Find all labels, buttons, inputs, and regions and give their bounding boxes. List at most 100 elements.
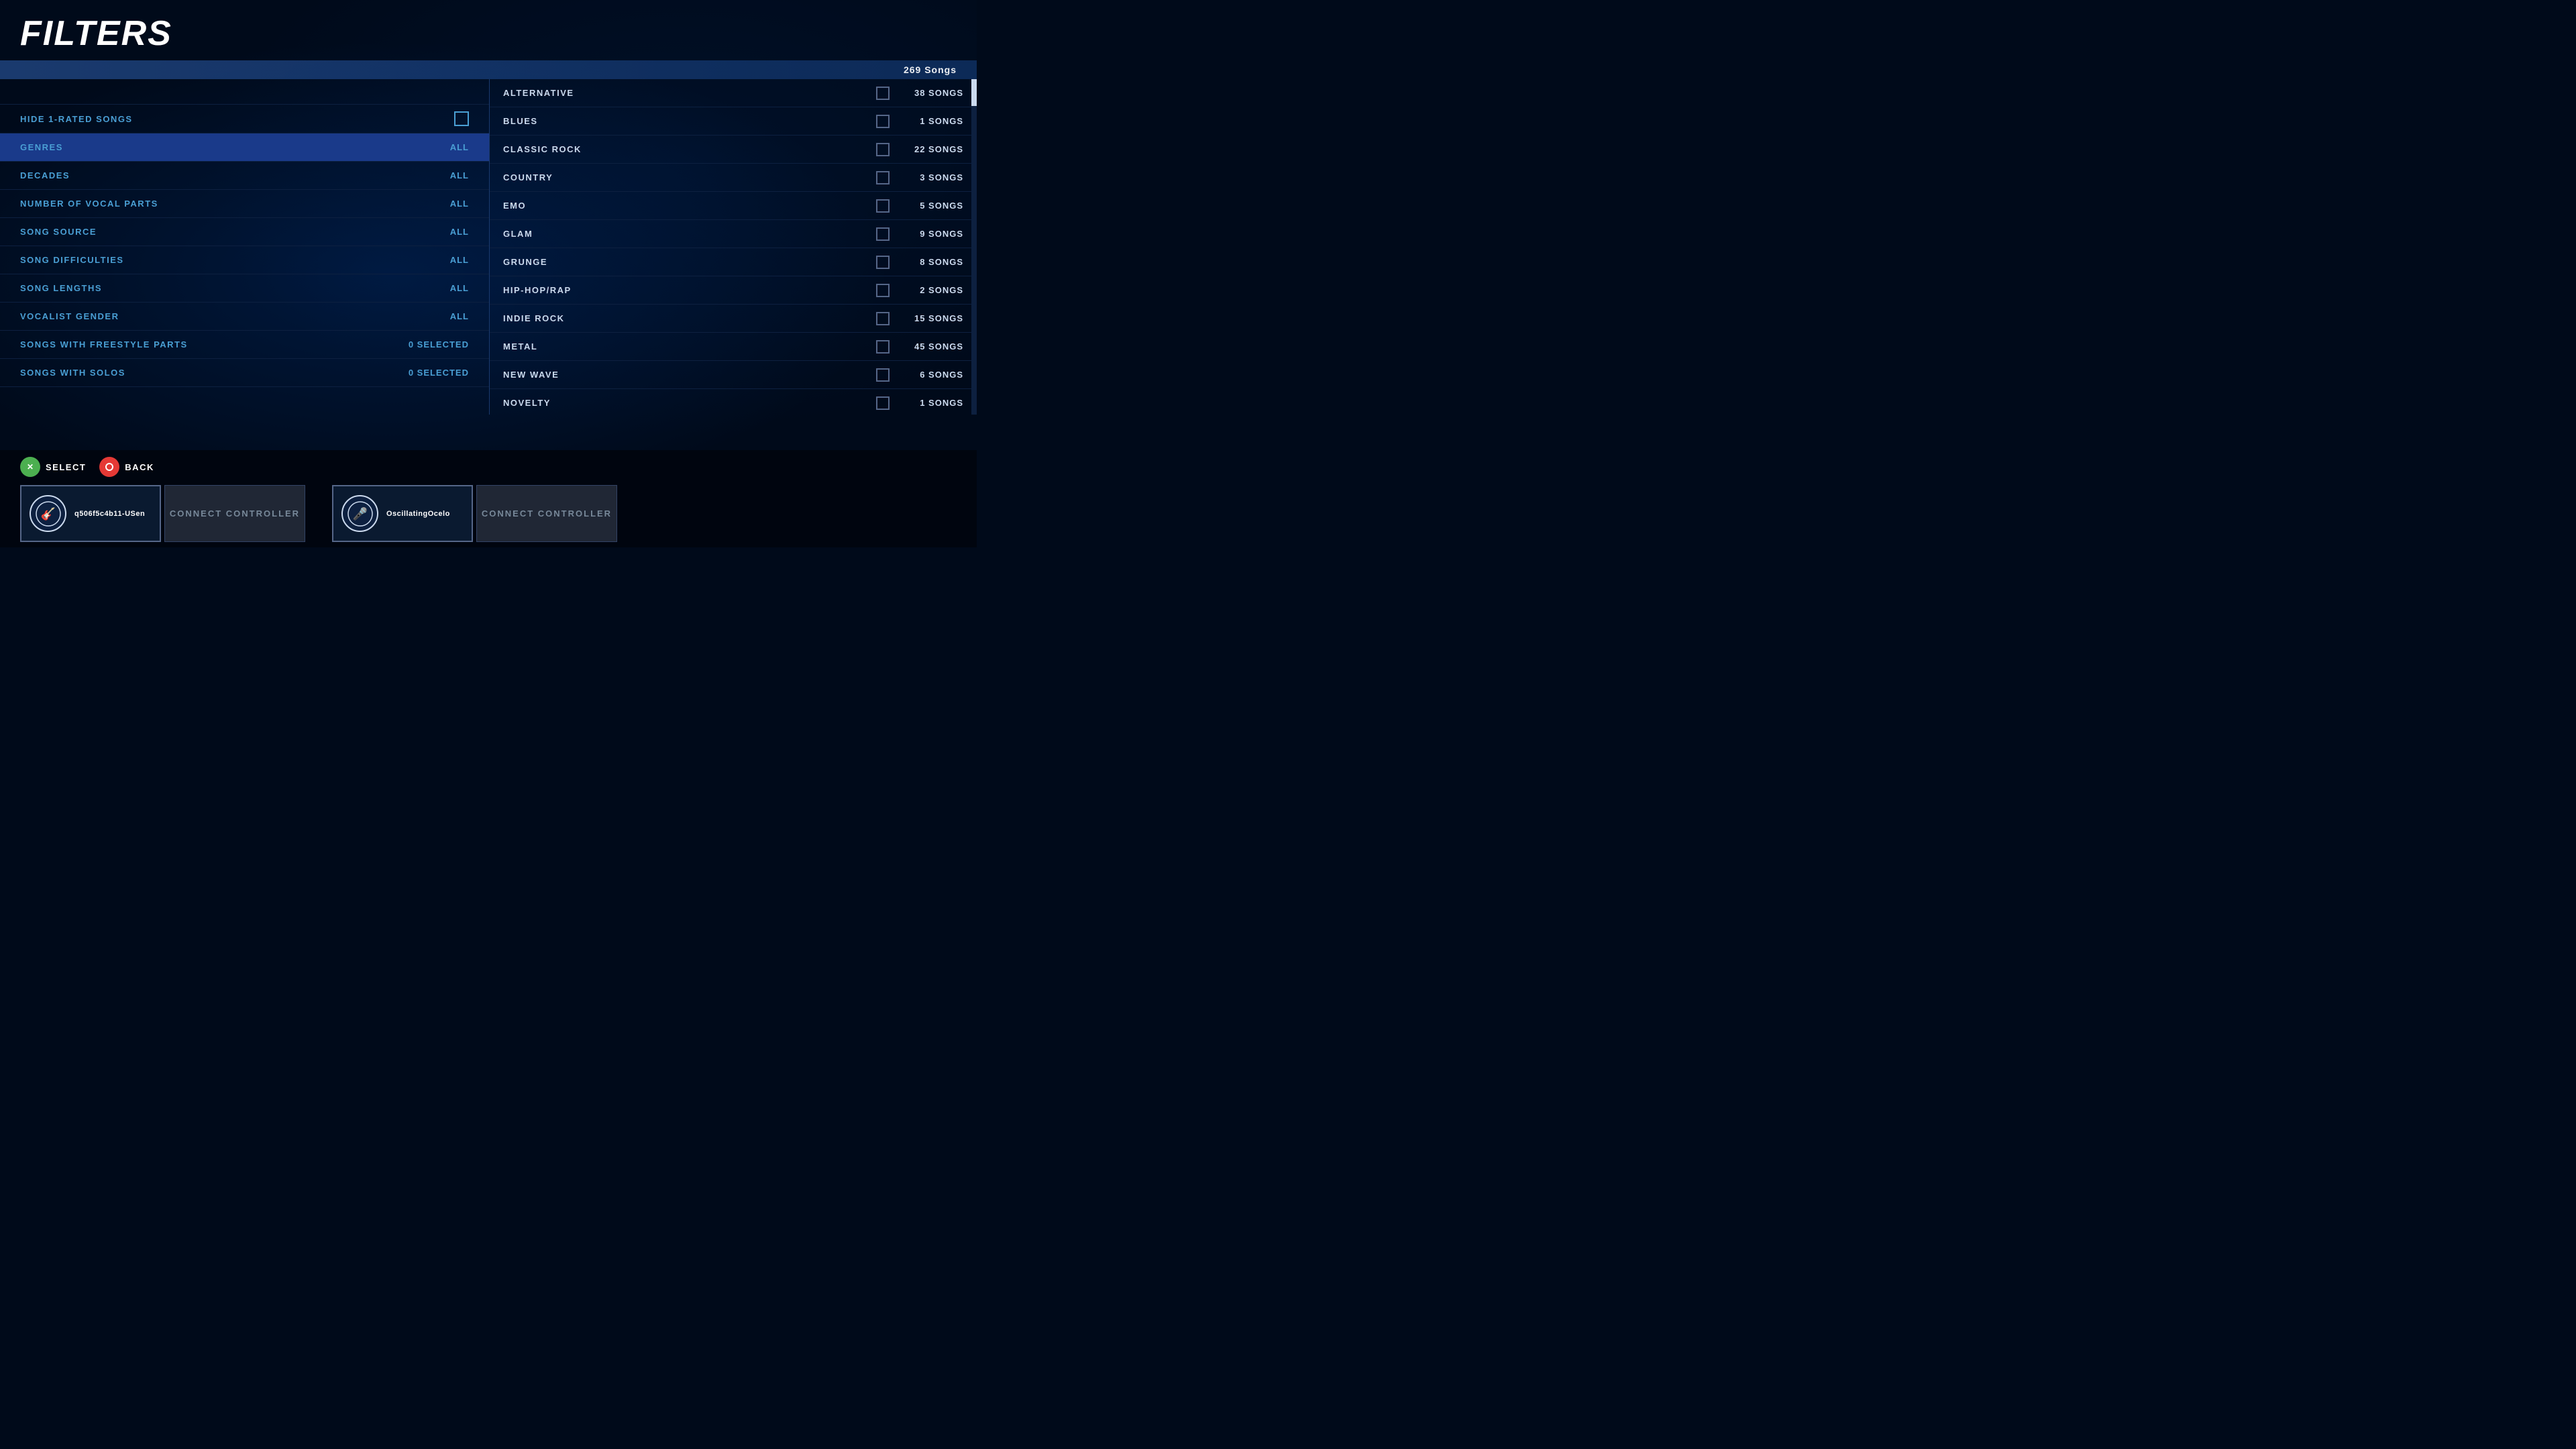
- filter-row-freestyle-parts[interactable]: SONGS WITH FREESTYLE PARTS 0 SELECTED: [0, 331, 489, 359]
- players-wrapper: 🎸 q506f5c4b11-USen CONNECT CONTROLLER 🎤 …: [13, 485, 963, 542]
- genre-name-6: GRUNGE: [503, 257, 876, 267]
- genre-checkbox-5[interactable]: [876, 227, 890, 241]
- filter-value-song-source: ALL: [450, 227, 469, 237]
- filter-value-vocalist-gender: ALL: [450, 311, 469, 321]
- filter-label-song-source: SONG SOURCE: [20, 227, 97, 237]
- filter-value-solos: 0 SELECTED: [409, 368, 469, 378]
- genre-row-new-wave[interactable]: NEW WAVE 6 SONGS: [490, 361, 977, 389]
- genre-checkbox-1[interactable]: [876, 115, 890, 128]
- connect-btn-1-text: CONNECT CONTROLLER: [170, 508, 300, 519]
- genre-row-blues[interactable]: BLUES1 SONGS: [490, 107, 977, 136]
- genre-row-glam[interactable]: GLAM 9 SONGS: [490, 220, 977, 248]
- controls-row: ✕ SELECT BACK: [13, 457, 963, 477]
- player3-slot: 🎤 OscillatingOcelo: [332, 485, 473, 542]
- genre-count-10: 6 SONGS: [903, 370, 963, 380]
- filter-value-song-lengths: ALL: [450, 283, 469, 293]
- genre-count-6: 8 SONGS: [903, 257, 963, 267]
- genres-list: ALTERNATIVE38 SONGSBLUES1 SONGSCLASSIC R…: [490, 79, 977, 415]
- genre-checkbox-6[interactable]: [876, 256, 890, 269]
- genre-checkbox-10[interactable]: [876, 368, 890, 382]
- filter-row-vocal-parts[interactable]: NUMBER OF VOCAL PARTS ALL: [0, 190, 489, 218]
- filter-row-genres[interactable]: GENRES ALL: [0, 133, 489, 162]
- bottom-area: ✕ SELECT BACK 🎸 q506f5c4: [0, 450, 977, 547]
- genre-row-indie-rock[interactable]: INDIE ROCK15 SONGS: [490, 305, 977, 333]
- select-icon: ✕: [20, 457, 40, 477]
- genre-checkbox-2[interactable]: [876, 143, 890, 156]
- page-title: FILTERS: [20, 13, 957, 54]
- genre-name-4: EMO: [503, 201, 876, 211]
- genre-count-0: 38 SONGS: [903, 88, 963, 98]
- filter-label-vocal-parts: NUMBER OF VOCAL PARTS: [20, 199, 158, 209]
- filter-label-song-lengths: SONG LENGTHS: [20, 283, 102, 293]
- filter-value-freestyle-parts: 0 SELECTED: [409, 339, 469, 350]
- genre-count-2: 22 SONGS: [903, 144, 963, 154]
- player1-name: q506f5c4b11-USen: [74, 510, 145, 518]
- genre-name-7: HIP-HOP/RAP: [503, 285, 876, 295]
- filter-row-song-source[interactable]: SONG SOURCE ALL: [0, 218, 489, 246]
- genre-checkbox-3[interactable]: [876, 171, 890, 184]
- genre-row-country[interactable]: COUNTRY 3 SONGS: [490, 164, 977, 192]
- filter-label-hide-1rated: HIDE 1-RATED SONGS: [20, 114, 133, 124]
- main-content: HIDE 1-RATED SONGS GENRES ALL DECADES AL…: [0, 79, 977, 415]
- svg-text:🎸: 🎸: [40, 506, 55, 521]
- genre-name-11: NOVELTY: [503, 398, 876, 408]
- genre-row-alternative[interactable]: ALTERNATIVE 38 SONGS: [490, 79, 977, 107]
- back-control: BACK: [99, 457, 154, 477]
- filter-label-genres: GENRES: [20, 142, 63, 152]
- filter-label-vocalist-gender: VOCALIST GENDER: [20, 311, 119, 321]
- scrollbar[interactable]: [971, 79, 977, 415]
- filter-row-song-lengths[interactable]: SONG LENGTHS ALL: [0, 274, 489, 303]
- genre-row-emo[interactable]: EMO5 SONGS: [490, 192, 977, 220]
- right-panel: ALTERNATIVE38 SONGSBLUES1 SONGSCLASSIC R…: [490, 79, 977, 415]
- connect-btn-1[interactable]: CONNECT CONTROLLER: [164, 485, 305, 542]
- genre-name-5: GLAM: [503, 229, 876, 239]
- connect-btn-2-text: CONNECT CONTROLLER: [482, 508, 612, 519]
- connect-btn-2[interactable]: CONNECT CONTROLLER: [476, 485, 617, 542]
- genre-checkbox-8[interactable]: [876, 312, 890, 325]
- genre-row-hip-hop-rap[interactable]: HIP-HOP/RAP2 SONGS: [490, 276, 977, 305]
- genre-name-9: METAL: [503, 341, 876, 352]
- player1-slot: 🎸 q506f5c4b11-USen: [20, 485, 161, 542]
- filter-row-song-difficulties[interactable]: SONG DIFFICULTIES ALL: [0, 246, 489, 274]
- left-panel: HIDE 1-RATED SONGS GENRES ALL DECADES AL…: [0, 79, 490, 415]
- genre-count-5: 9 SONGS: [903, 229, 963, 239]
- songs-count: 269 Songs: [904, 64, 957, 75]
- filter-row-decades[interactable]: DECADES ALL: [0, 162, 489, 190]
- player-spacer: [309, 485, 329, 542]
- player3-name: OscillatingOcelo: [386, 510, 450, 518]
- genre-name-10: NEW WAVE: [503, 370, 876, 380]
- filter-row-vocalist-gender[interactable]: VOCALIST GENDER ALL: [0, 303, 489, 331]
- genre-name-2: CLASSIC ROCK: [503, 144, 876, 154]
- filter-value-vocal-parts: ALL: [450, 199, 469, 209]
- scrollbar-thumb[interactable]: [971, 79, 977, 106]
- genre-checkbox-4[interactable]: [876, 199, 890, 213]
- player1-avatar: 🎸: [30, 495, 66, 532]
- genre-count-11: 1 SONGS: [903, 398, 963, 408]
- filter-value-song-difficulties: ALL: [450, 255, 469, 265]
- svg-text:✕: ✕: [27, 462, 34, 472]
- svg-text:🎤: 🎤: [352, 506, 367, 521]
- filter-row-hide-1-rated[interactable]: HIDE 1-RATED SONGS: [0, 105, 489, 133]
- back-icon: [99, 457, 119, 477]
- filter-label-freestyle-parts: SONGS WITH FREESTYLE PARTS: [20, 339, 188, 350]
- separator-bar: 269 Songs: [0, 60, 977, 79]
- genre-checkbox-7[interactable]: [876, 284, 890, 297]
- genre-name-0: ALTERNATIVE: [503, 88, 876, 98]
- genre-name-3: COUNTRY: [503, 172, 876, 182]
- genre-count-3: 3 SONGS: [903, 172, 963, 182]
- genre-row-novelty[interactable]: NOVELTY 1 SONGS: [490, 389, 977, 415]
- filter-row-empty: [0, 79, 489, 105]
- genre-row-metal[interactable]: METAL45 SONGS: [490, 333, 977, 361]
- hide-1rated-checkbox[interactable]: [454, 111, 469, 126]
- genre-row-classic-rock[interactable]: CLASSIC ROCK 22 SONGS: [490, 136, 977, 164]
- genre-checkbox-0[interactable]: [876, 87, 890, 100]
- genre-checkbox-9[interactable]: [876, 340, 890, 354]
- genre-checkbox-11[interactable]: [876, 396, 890, 410]
- genre-name-1: BLUES: [503, 116, 876, 126]
- genre-row-grunge[interactable]: GRUNGE 8 SONGS: [490, 248, 977, 276]
- filter-value-decades: ALL: [450, 170, 469, 180]
- filter-label-solos: SONGS WITH SOLOS: [20, 368, 125, 378]
- genre-count-8: 15 SONGS: [903, 313, 963, 323]
- filter-label-decades: DECADES: [20, 170, 70, 180]
- filter-row-solos[interactable]: SONGS WITH SOLOS 0 SELECTED: [0, 359, 489, 387]
